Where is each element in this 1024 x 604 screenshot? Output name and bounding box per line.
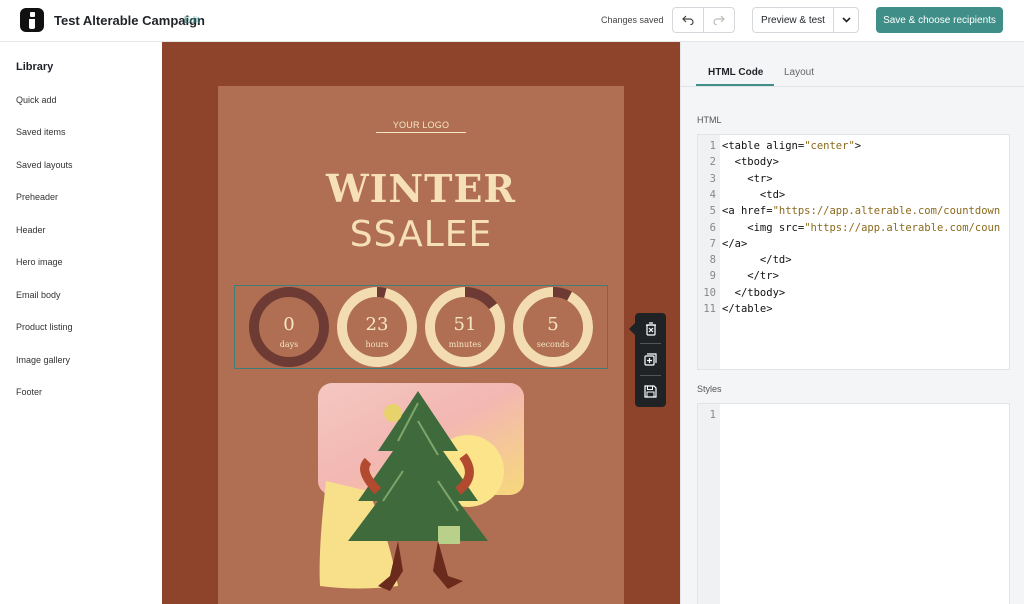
html-section-label: HTML	[697, 115, 722, 125]
line-number: 5	[709, 205, 716, 218]
library-item-saved-items[interactable]: Saved items	[16, 127, 66, 137]
line-number: 4	[709, 188, 716, 201]
block-toolbar	[635, 313, 666, 407]
save-block-button[interactable]	[641, 382, 660, 401]
countdown-minutes-value: 51	[453, 314, 477, 335]
line-number-gutter	[698, 404, 720, 604]
chevron-down-icon	[841, 17, 851, 23]
library-item-saved-layouts[interactable]: Saved layouts	[16, 160, 73, 170]
library-title: Library	[16, 61, 54, 73]
code-text: </tbody>	[722, 286, 786, 299]
line-number: 3	[709, 172, 716, 185]
preview-test-button[interactable]: Preview & test	[752, 7, 834, 33]
line-number: 11	[703, 303, 716, 315]
countdown-hours-value: 23	[365, 314, 389, 335]
library-item-product-listing[interactable]: Product listing	[16, 322, 73, 332]
line-number: 1	[709, 409, 716, 421]
toolbar-divider	[640, 343, 661, 344]
duplicate-icon	[644, 353, 657, 366]
code-text: <tr>	[722, 172, 773, 185]
undo-icon	[682, 15, 694, 25]
tab-html-code[interactable]: HTML Code	[708, 67, 763, 78]
tabs-divider	[681, 86, 1024, 87]
library-item-footer[interactable]: Footer	[16, 387, 42, 397]
email-content[interactable]: YOUR LOGO WINTER SSALEE 0 23 51 5 days h…	[218, 86, 624, 604]
code-text: <img src="https://app.alterable.com/coun	[722, 221, 1001, 234]
code-string: "https://app.alterable.com/countdown	[772, 205, 1001, 218]
code-text: </table>	[722, 303, 773, 315]
save-choose-recipients-button[interactable]: Save & choose recipients	[876, 7, 1003, 33]
code-text: </tr>	[722, 270, 779, 283]
countdown-hours-label: hours	[365, 340, 389, 349]
library-item-quick-add[interactable]: Quick add	[16, 95, 57, 105]
line-number: 7	[709, 237, 716, 250]
countdown-seconds-label: seconds	[536, 340, 570, 349]
code-text: </td>	[722, 254, 792, 267]
code-string: "center"	[804, 140, 855, 152]
code-text: <a href="https://app.alterable.com/count…	[722, 205, 1001, 218]
hero-image-christmas-tree[interactable]	[298, 381, 538, 604]
library-item-header[interactable]: Header	[16, 225, 46, 235]
code-text: <table align="center">	[722, 140, 862, 152]
line-number: 10	[703, 286, 716, 299]
library-item-preheader[interactable]: Preheader	[16, 192, 58, 202]
code-text: <tbody>	[722, 156, 779, 169]
save-icon	[644, 385, 657, 398]
countdown-seconds-value: 5	[547, 314, 559, 335]
library-sidebar: Library Quick add Saved items Saved layo…	[0, 42, 162, 604]
countdown-days-value: 0	[283, 314, 295, 335]
delete-block-button[interactable]	[641, 319, 660, 338]
duplicate-block-button[interactable]	[641, 350, 660, 369]
headline-winter[interactable]: WINTER	[218, 166, 624, 211]
line-number: 8	[709, 254, 716, 267]
html-code-editor[interactable]: 1 <table align="center"> 2 <tbody> 3 <tr> 4 …	[697, 134, 1010, 370]
email-canvas[interactable]: YOUR LOGO WINTER SSALEE 0 23 51 5 days h…	[162, 42, 680, 604]
top-bar: Test Alterable Campaign Edit Changes sav…	[0, 0, 1024, 42]
code-text: </a>	[722, 237, 748, 250]
toolbar-divider	[640, 375, 661, 376]
library-item-email-body[interactable]: Email body	[16, 290, 61, 300]
styles-section-label: Styles	[697, 384, 722, 394]
countdown-days-label: days	[279, 340, 299, 349]
redo-button[interactable]	[703, 7, 735, 33]
redo-icon	[713, 15, 725, 25]
edit-title-link[interactable]: Edit	[184, 15, 200, 25]
campaign-title: Test Alterable Campaign	[54, 13, 205, 28]
logo-underline	[376, 132, 466, 133]
library-item-image-gallery[interactable]: Image gallery	[16, 355, 70, 365]
undo-button[interactable]	[672, 7, 704, 33]
code-text: <td>	[722, 188, 786, 201]
properties-panel: HTML Code Layout HTML 1 <table align="cen…	[680, 42, 1024, 604]
save-status: Changes saved	[601, 15, 664, 25]
preview-options-button[interactable]	[833, 7, 859, 33]
headline-sale[interactable]: SSALEE	[218, 214, 624, 255]
email-logo-placeholder[interactable]: YOUR LOGO	[376, 120, 466, 130]
countdown-minutes-label: minutes	[448, 340, 482, 349]
line-number: 9	[709, 270, 716, 283]
library-item-hero-image[interactable]: Hero image	[16, 257, 63, 267]
tab-layout[interactable]: Layout	[784, 67, 814, 78]
line-number: 2	[709, 156, 716, 169]
delete-icon	[645, 321, 656, 336]
line-number: 6	[709, 221, 716, 234]
code-string: "https://app.alterable.com/coun	[804, 221, 1001, 234]
line-number: 1	[709, 140, 716, 152]
styles-code-editor[interactable]: 1	[697, 403, 1010, 604]
app-logo-icon[interactable]	[20, 8, 44, 32]
